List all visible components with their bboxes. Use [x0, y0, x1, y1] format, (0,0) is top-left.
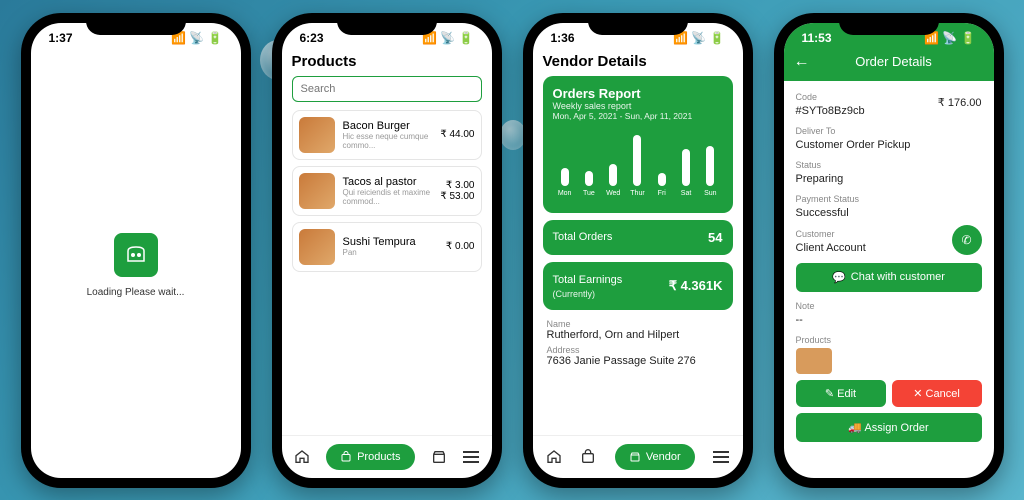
- status-icons: 📶 📡 🔋: [924, 31, 976, 45]
- clock: 1:37: [49, 31, 73, 45]
- loading-text: Loading Please wait...: [87, 287, 185, 298]
- product-row[interactable]: Sushi TempuraPan₹ 0.00: [292, 222, 482, 272]
- nav-home-icon[interactable]: [294, 449, 310, 465]
- clock: 6:23: [300, 31, 324, 45]
- order-product-thumb: [796, 348, 832, 374]
- call-button[interactable]: ✆: [952, 225, 982, 255]
- vendor-addr: 7636 Janie Passage Suite 276: [547, 355, 729, 367]
- bottom-nav: Products: [282, 435, 492, 478]
- appbar: ← Order Details: [784, 47, 994, 81]
- nav-menu-icon[interactable]: [713, 451, 729, 463]
- status-icons: 📶 📡 🔋: [422, 31, 474, 45]
- clock: 11:53: [802, 31, 832, 45]
- report-sub: Weekly sales report: [553, 101, 723, 111]
- app-logo: [114, 233, 158, 277]
- nav-products[interactable]: Products: [326, 444, 414, 470]
- orders-report-card: Orders Report Weekly sales report Mon, A…: [543, 76, 733, 213]
- chat-button[interactable]: 💬 Chat with customer: [796, 263, 982, 292]
- page-title: Order Details: [804, 54, 984, 69]
- order-status: Preparing: [796, 173, 844, 185]
- nav-menu-icon[interactable]: [463, 451, 479, 463]
- cancel-button[interactable]: ✕ Cancel: [892, 380, 982, 407]
- clock: 1:36: [551, 31, 575, 45]
- payment-status: Successful: [796, 207, 849, 219]
- status-icons: 📶 📡 🔋: [673, 31, 725, 45]
- total-earnings-card: Total Earnings(Currently) ₹ 4.361K: [543, 262, 733, 310]
- product-row[interactable]: Tacos al pastorQui reiciendis et maxime …: [292, 166, 482, 216]
- total-orders-card: Total Orders 54: [543, 220, 733, 255]
- addr-label: Address: [547, 345, 729, 355]
- product-row[interactable]: Bacon BurgerHic esse neque cumque commo.…: [292, 110, 482, 160]
- name-label: Name: [547, 319, 729, 329]
- nav-vendor-icon[interactable]: [431, 449, 447, 465]
- report-range: Mon, Apr 5, 2021 - Sun, Apr 11, 2021: [553, 111, 723, 121]
- report-title: Orders Report: [553, 86, 723, 101]
- edit-button[interactable]: ✎ Edit: [796, 380, 886, 407]
- customer-name: Client Account: [796, 242, 866, 254]
- assign-button[interactable]: 🚚 Assign Order: [796, 413, 982, 442]
- weekly-chart: MonTueWedThurFriSatSun: [553, 127, 723, 197]
- page-title: Vendor Details: [543, 53, 733, 70]
- page-title: Products: [292, 53, 482, 70]
- vendor-name: Rutherford, Orn and Hilpert: [547, 329, 729, 341]
- nav-vendor[interactable]: Vendor: [615, 444, 695, 470]
- bottom-nav: Vendor: [533, 435, 743, 478]
- nav-home-icon[interactable]: [546, 449, 562, 465]
- order-code: #SYTo8Bz9cb: [796, 105, 865, 117]
- status-icons: 📶 📡 🔋: [171, 31, 223, 45]
- order-total: ₹ 176.00: [938, 96, 982, 109]
- nav-products-icon[interactable]: [580, 449, 596, 465]
- order-note: --: [796, 314, 803, 326]
- deliver-to: Customer Order Pickup: [796, 139, 911, 151]
- search-input[interactable]: [292, 76, 482, 102]
